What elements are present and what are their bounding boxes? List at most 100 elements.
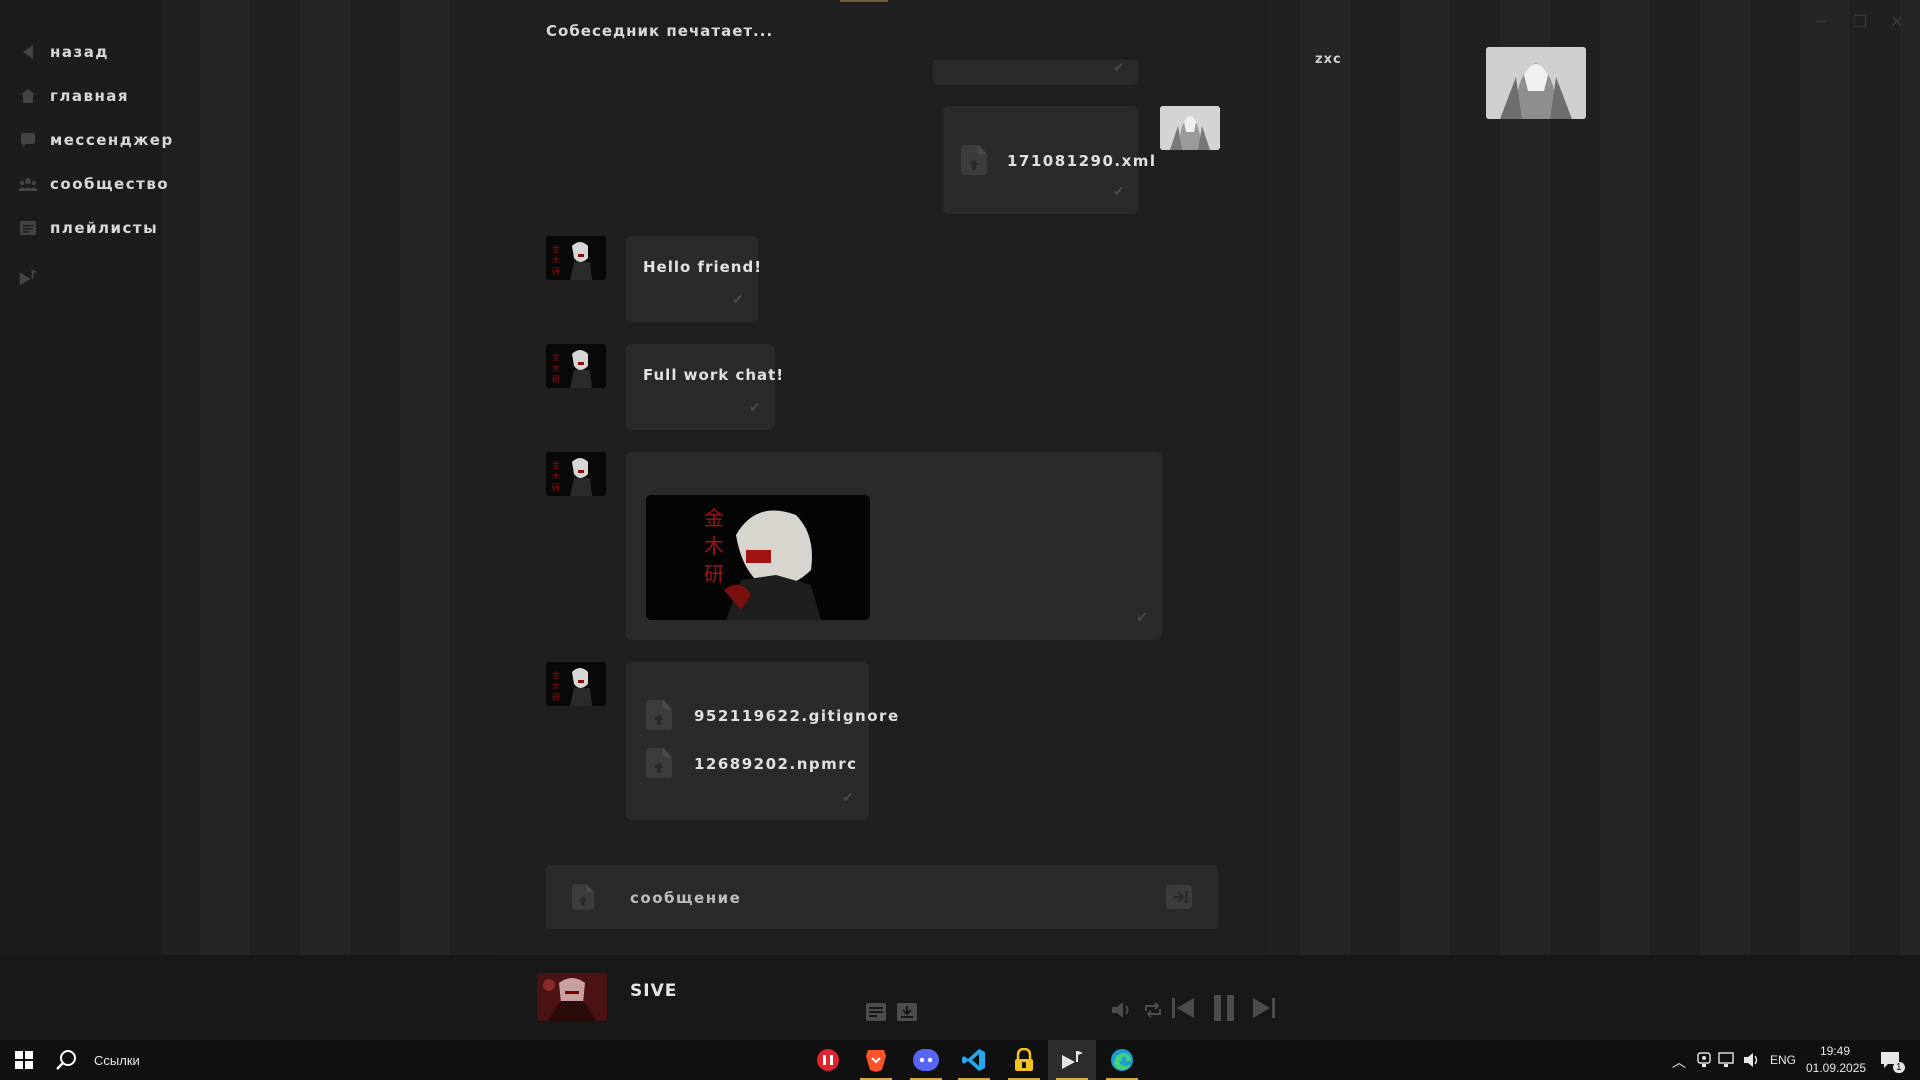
taskbar-app[interactable] <box>902 1040 950 1080</box>
close-icon[interactable]: ✕ <box>1886 10 1908 32</box>
clock-date[interactable]: 01.09.2025 <box>1806 1061 1866 1075</box>
read-check-icon: ✔ <box>842 790 854 806</box>
svg-text:金: 金 <box>552 460 560 470</box>
music-upload-app-icon <box>1062 1051 1083 1069</box>
next-track-icon[interactable] <box>1251 997 1275 1019</box>
send-icon[interactable] <box>1166 885 1192 913</box>
sidebar: назад главная мессенджер сообщество плей… <box>0 0 172 955</box>
read-check-icon: ✔ <box>732 292 744 308</box>
read-check-icon: ✔ <box>749 400 761 416</box>
file-name[interactable]: 952119622.gitignore <box>694 707 900 725</box>
taskbar-app[interactable] <box>852 1040 900 1080</box>
clock-time[interactable]: 19:49 <box>1820 1044 1850 1058</box>
pause-icon[interactable] <box>1212 995 1236 1021</box>
avatar[interactable]: 金木研 <box>546 662 606 706</box>
repeat-icon[interactable] <box>1143 1001 1163 1019</box>
volume-icon[interactable] <box>1112 1001 1132 1019</box>
sidebar-item-label: мессенджер <box>50 131 174 149</box>
track-cover[interactable] <box>537 973 607 1021</box>
message-input[interactable] <box>628 883 1112 913</box>
file-icon <box>646 700 672 730</box>
file-name[interactable]: 171081290.xml <box>1007 152 1157 170</box>
taskbar-app[interactable] <box>1048 1040 1096 1080</box>
chat-panel: Собеседник печатает... ✔ 171081290.xml ✔… <box>497 0 1268 955</box>
sidebar-item-community[interactable]: сообщество <box>18 169 169 199</box>
sidebar-item-home[interactable]: главная <box>18 81 129 111</box>
svg-text:木: 木 <box>552 255 560 265</box>
background-stripe <box>1800 0 1850 955</box>
file-name[interactable]: 12689202.npmrc <box>694 755 858 773</box>
taskbar-app[interactable] <box>1000 1040 1048 1080</box>
avatar[interactable] <box>1160 106 1220 150</box>
edge-browser-icon <box>1111 1049 1133 1071</box>
chevron-up-icon[interactable]: ︿ <box>1672 1052 1686 1072</box>
text-message-bubble[interactable]: Hello friend! ✔ <box>626 236 761 322</box>
vscode-icon <box>962 1049 985 1071</box>
taskbar-app[interactable] <box>804 1040 852 1080</box>
image-message-bubble[interactable]: 金木研 ✔ <box>626 452 1162 640</box>
avatar[interactable]: 金木研 <box>546 344 606 388</box>
sidebar-item-upload[interactable] <box>18 262 50 292</box>
svg-text:木: 木 <box>552 681 560 691</box>
svg-text:金: 金 <box>552 244 560 254</box>
maximize-icon[interactable]: ❐ <box>1849 10 1871 32</box>
svg-text:木: 木 <box>552 363 560 373</box>
svg-text:金: 金 <box>552 352 560 362</box>
file-message-bubble[interactable]: 171081290.xml ✔ <box>943 106 1155 214</box>
svg-text:研: 研 <box>552 267 560 276</box>
active-tab-indicator <box>840 0 888 2</box>
meet-now-icon[interactable] <box>1697 1052 1711 1072</box>
sidebar-item-label: назад <box>50 43 109 61</box>
sidebar-item-label: сообщество <box>50 175 170 193</box>
attached-image[interactable]: 金木研 <box>646 495 870 620</box>
notification-count: 1 <box>1893 1062 1905 1073</box>
background-stripe <box>1600 0 1650 955</box>
taskbar-search[interactable]: Ссылки <box>56 1040 140 1080</box>
previous-track-icon[interactable] <box>1172 997 1196 1019</box>
lock-app-icon <box>1015 1048 1033 1071</box>
discord-icon <box>913 1049 939 1071</box>
files-message-bubble[interactable]: 952119622.gitignore 12689202.npmrc ✔ <box>626 662 898 820</box>
text-message-bubble[interactable]: Full work chat! ✔ <box>626 344 783 430</box>
sidebar-item-label: главная <box>50 87 130 105</box>
taskbar: Ссылки ︿ ENG 19:49 01.09.2025 1 <box>0 1040 1920 1080</box>
read-check-icon: ✔ <box>1136 610 1148 626</box>
language-indicator[interactable]: ENG <box>1770 1053 1796 1067</box>
background-stripe <box>1400 0 1450 955</box>
message-text: Hello friend! <box>643 258 763 276</box>
profile-cover[interactable] <box>1486 47 1586 119</box>
background-stripe <box>1300 0 1350 955</box>
search-icon <box>56 1050 76 1070</box>
brave-browser-icon <box>866 1050 886 1072</box>
minimize-icon[interactable]: ─ <box>1810 10 1832 32</box>
taskbar-app[interactable] <box>1098 1040 1146 1080</box>
home-icon <box>18 86 38 106</box>
svg-text:研: 研 <box>552 483 560 492</box>
sidebar-item-playlists[interactable]: плейлисты <box>18 213 158 243</box>
sidebar-item-back[interactable]: назад <box>18 37 109 67</box>
sidebar-item-label: плейлисты <box>50 219 159 237</box>
background-stripe <box>300 0 350 955</box>
music-upload-icon <box>18 267 38 287</box>
avatar[interactable]: 金木研 <box>546 236 606 280</box>
download-icon[interactable] <box>897 1003 917 1021</box>
background-stripe <box>200 0 250 955</box>
start-button[interactable] <box>0 1040 48 1080</box>
message-bubble: ✔ <box>933 60 1138 85</box>
volume-tray-icon[interactable] <box>1743 1052 1761 1072</box>
svg-text:研: 研 <box>704 562 724 586</box>
svg-text:木: 木 <box>704 534 724 558</box>
attach-file-icon[interactable] <box>572 884 594 914</box>
network-icon[interactable] <box>1718 1052 1736 1072</box>
typing-status: Собеседник печатает... <box>546 22 774 40</box>
taskbar-app[interactable] <box>950 1040 998 1080</box>
background-stripe <box>1900 0 1920 955</box>
avatar[interactable]: 金木研 <box>546 452 606 496</box>
svg-text:研: 研 <box>552 693 560 702</box>
chat-bubble-icon <box>18 130 38 150</box>
lyrics-icon[interactable] <box>866 1003 886 1021</box>
music-app-icon <box>817 1049 839 1071</box>
sidebar-item-messenger[interactable]: мессенджер <box>18 125 174 155</box>
community-icon <box>18 174 38 194</box>
track-title: SIVE <box>630 981 678 1001</box>
